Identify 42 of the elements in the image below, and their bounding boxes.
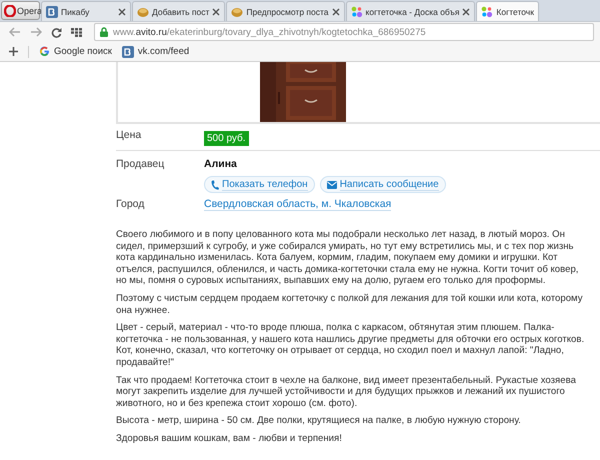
description-paragraph: Здоровья вашим кошкам, вам - любви и терпения! — [116, 432, 343, 444]
opera-menu-button[interactable]: Opera — [1, 1, 40, 20]
show-phone-button[interactable]: Показать телефон — [204, 176, 315, 193]
cookie-icon — [137, 6, 149, 18]
browser-tab[interactable]: Добавить пост — [132, 1, 226, 21]
description-paragraph: Цвет - серый, материал - что-то вроде плюша, полка с каркасом, обтянутая этим плюшем. Палка-когтеточка - не пользованная, у нашего кота нашлись другие предметы для обточки его острых коготков. Кот, конечно, сказал, что когтеточку он отрывает от сердца, но сходил поел и махнул лапой: "Ладно, продавайте!" — [116, 322, 586, 369]
price-badge: 500 руб. — [204, 130, 249, 146]
close-icon[interactable] — [462, 8, 470, 16]
grid-icon[interactable] — [71, 28, 82, 36]
close-icon[interactable] — [212, 8, 220, 16]
address-field[interactable]: www.avito.ru/ekaterinburg/tovary_dlya_zhivotnyh/kogtetochka_686950275 — [94, 23, 594, 41]
dots-logo-icon — [350, 6, 363, 18]
dots-logo-icon — [481, 6, 494, 18]
envelope-icon — [326, 180, 337, 188]
field-label: Продавец — [116, 158, 166, 170]
vk-icon — [122, 46, 134, 58]
bookmark[interactable]: Google поиск — [39, 46, 112, 57]
send-message-button[interactable]: Написать сообщение — [320, 176, 446, 193]
lock-icon — [100, 27, 108, 37]
seller-name: Алина — [204, 158, 237, 170]
browser-tab[interactable]: когтеточка - Доска объя — [346, 1, 476, 21]
cookie-icon — [231, 6, 244, 18]
add-bookmark-icon[interactable] — [9, 47, 18, 56]
browser-tab[interactable]: Предпросмотр поста — [226, 1, 345, 21]
url-text: www.avito.ru/ekaterinburg/tovary_dlya_zhivotnyh/kogtetochka_686950275 — [113, 26, 426, 38]
vk-icon — [46, 6, 58, 18]
city-link[interactable]: Свердловская область, м. Чкаловская — [204, 198, 392, 210]
browser-tab[interactable]: Пикабу — [41, 1, 131, 21]
reload-icon[interactable] — [51, 26, 62, 38]
description-paragraph: Высота - метр, ширина - 50 см. Две полки, крутящиеся на палке, в любую нужную сторону. — [116, 415, 522, 427]
field-label: Город — [116, 198, 146, 210]
bookmark[interactable]: vk.com/feed — [122, 46, 190, 58]
google-g-icon — [39, 46, 50, 57]
description-paragraph: Так что продаем! Когтеточка стоит в чехле на балконе, вид имеет презентабельный. Рукастые хозяева могут закрепить изделие для лучшей устойчивости и для будущих прыжков и лежаний их пушистого животного, но и без крепежа стоит хорошо (см. фото). — [116, 374, 577, 410]
browser-tab[interactable]: Когтеточк — [476, 1, 539, 21]
close-icon[interactable] — [332, 8, 340, 16]
close-icon[interactable] — [118, 8, 126, 16]
description-paragraph: Своего любимого и в попу целованного кота мы подобрали несколько лет назад, в лютый мороз. Он сидел, примерзший к сугробу, и уже собирался умирать, но тут ему встретились мы, и с тех пор жизнь кота кардинально изменилась. Кота балуем, кормим, гладим, покупаем ему домики и игрушки. Кот отъелся, распушился, обленился, и часть домика-когтеточки стала ему не нужна. Когти точит об ковер, но мы, помня о суровых испытаниях, выпавших ему на долю, ругаем его только для проформы. — [116, 229, 580, 287]
phone-icon — [211, 180, 219, 190]
opera-logo-icon — [4, 4, 16, 16]
description-paragraph: Поэтому с чистым сердцем продаем когтеточку с полкой для лежания для той кошки или кота, которому она нужнее. — [116, 292, 584, 316]
field-label: Цена — [116, 129, 142, 141]
